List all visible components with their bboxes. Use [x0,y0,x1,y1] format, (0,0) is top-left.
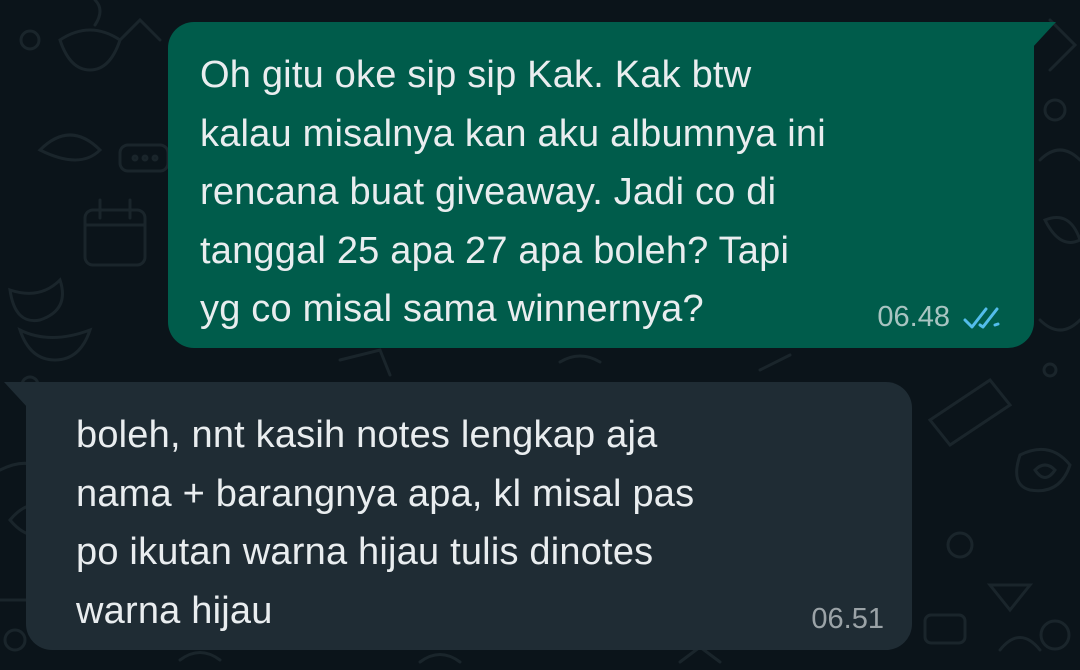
bubble-tail [1032,22,1056,48]
message-meta: 06.48 [877,301,1008,334]
message-time: 06.51 [811,603,884,635]
message-meta: 06.51 [811,603,884,636]
outgoing-message-bubble[interactable]: Oh gitu oke sip sip Kak. Kak btw kalau m… [168,22,1056,348]
message-text: Oh gitu oke sip sip Kak. Kak btw kalau m… [200,54,826,330]
message-time: 06.48 [877,301,950,333]
incoming-message-bubble[interactable]: boleh, nnt kasih notes lengkap aja nama … [4,382,912,650]
double-check-read-icon [963,307,1000,328]
message-text: boleh, nnt kasih notes lengkap aja nama … [76,414,695,632]
chat-area[interactable]: Oh gitu oke sip sip Kak. Kak btw kalau m… [0,0,1080,670]
bubble-tail [4,382,28,408]
